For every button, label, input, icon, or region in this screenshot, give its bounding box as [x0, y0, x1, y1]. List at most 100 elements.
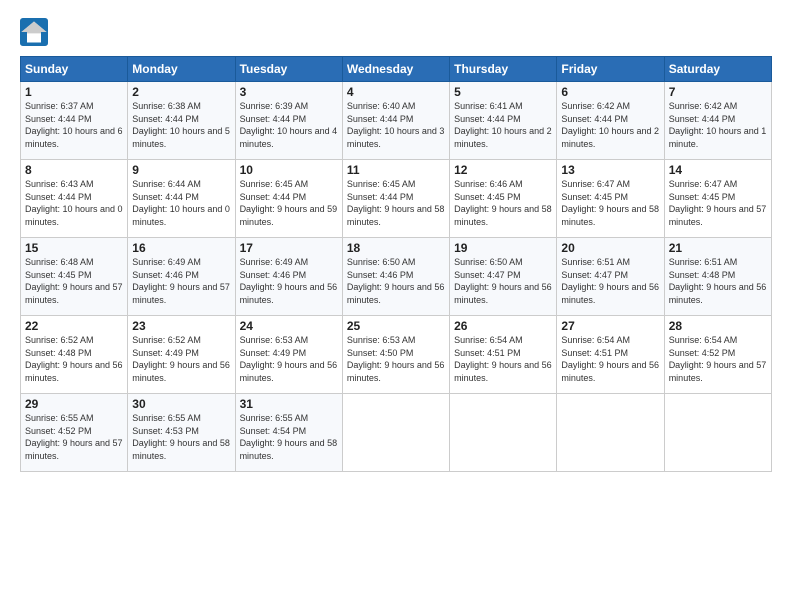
day-number: 20 [561, 241, 659, 255]
day-number: 8 [25, 163, 123, 177]
day-number: 16 [132, 241, 230, 255]
day-details: Sunrise: 6:44 AMSunset: 4:44 PMDaylight:… [132, 178, 230, 228]
logo [20, 18, 50, 46]
day-cell [557, 394, 664, 472]
day-number: 4 [347, 85, 445, 99]
day-number: 29 [25, 397, 123, 411]
day-number: 26 [454, 319, 552, 333]
day-cell: 16Sunrise: 6:49 AMSunset: 4:46 PMDayligh… [128, 238, 235, 316]
day-cell: 20Sunrise: 6:51 AMSunset: 4:47 PMDayligh… [557, 238, 664, 316]
day-number: 24 [240, 319, 338, 333]
day-details: Sunrise: 6:42 AMSunset: 4:44 PMDaylight:… [561, 100, 659, 150]
day-details: Sunrise: 6:46 AMSunset: 4:45 PMDaylight:… [454, 178, 552, 228]
week-row-2: 8Sunrise: 6:43 AMSunset: 4:44 PMDaylight… [21, 160, 772, 238]
day-number: 14 [669, 163, 767, 177]
day-cell: 22Sunrise: 6:52 AMSunset: 4:48 PMDayligh… [21, 316, 128, 394]
logo-icon [20, 18, 48, 46]
page: SundayMondayTuesdayWednesdayThursdayFrid… [0, 0, 792, 482]
day-cell: 11Sunrise: 6:45 AMSunset: 4:44 PMDayligh… [342, 160, 449, 238]
day-number: 12 [454, 163, 552, 177]
day-number: 31 [240, 397, 338, 411]
day-number: 3 [240, 85, 338, 99]
day-cell: 23Sunrise: 6:52 AMSunset: 4:49 PMDayligh… [128, 316, 235, 394]
day-cell: 19Sunrise: 6:50 AMSunset: 4:47 PMDayligh… [450, 238, 557, 316]
day-cell: 2Sunrise: 6:38 AMSunset: 4:44 PMDaylight… [128, 82, 235, 160]
header-cell-monday: Monday [128, 57, 235, 82]
day-details: Sunrise: 6:55 AMSunset: 4:54 PMDaylight:… [240, 412, 338, 462]
header [20, 18, 772, 46]
day-cell: 29Sunrise: 6:55 AMSunset: 4:52 PMDayligh… [21, 394, 128, 472]
day-number: 15 [25, 241, 123, 255]
day-details: Sunrise: 6:54 AMSunset: 4:51 PMDaylight:… [561, 334, 659, 384]
day-details: Sunrise: 6:37 AMSunset: 4:44 PMDaylight:… [25, 100, 123, 150]
day-number: 17 [240, 241, 338, 255]
day-details: Sunrise: 6:52 AMSunset: 4:48 PMDaylight:… [25, 334, 123, 384]
day-number: 30 [132, 397, 230, 411]
header-cell-wednesday: Wednesday [342, 57, 449, 82]
header-cell-tuesday: Tuesday [235, 57, 342, 82]
day-details: Sunrise: 6:50 AMSunset: 4:46 PMDaylight:… [347, 256, 445, 306]
day-details: Sunrise: 6:40 AMSunset: 4:44 PMDaylight:… [347, 100, 445, 150]
day-number: 5 [454, 85, 552, 99]
header-row: SundayMondayTuesdayWednesdayThursdayFrid… [21, 57, 772, 82]
day-number: 28 [669, 319, 767, 333]
day-number: 6 [561, 85, 659, 99]
week-row-4: 22Sunrise: 6:52 AMSunset: 4:48 PMDayligh… [21, 316, 772, 394]
day-details: Sunrise: 6:51 AMSunset: 4:48 PMDaylight:… [669, 256, 767, 306]
day-details: Sunrise: 6:47 AMSunset: 4:45 PMDaylight:… [561, 178, 659, 228]
day-cell: 3Sunrise: 6:39 AMSunset: 4:44 PMDaylight… [235, 82, 342, 160]
day-number: 13 [561, 163, 659, 177]
day-cell: 13Sunrise: 6:47 AMSunset: 4:45 PMDayligh… [557, 160, 664, 238]
day-details: Sunrise: 6:53 AMSunset: 4:49 PMDaylight:… [240, 334, 338, 384]
day-cell: 7Sunrise: 6:42 AMSunset: 4:44 PMDaylight… [664, 82, 771, 160]
day-cell [664, 394, 771, 472]
header-cell-sunday: Sunday [21, 57, 128, 82]
day-cell: 28Sunrise: 6:54 AMSunset: 4:52 PMDayligh… [664, 316, 771, 394]
day-details: Sunrise: 6:52 AMSunset: 4:49 PMDaylight:… [132, 334, 230, 384]
day-number: 18 [347, 241, 445, 255]
day-details: Sunrise: 6:49 AMSunset: 4:46 PMDaylight:… [132, 256, 230, 306]
day-cell: 30Sunrise: 6:55 AMSunset: 4:53 PMDayligh… [128, 394, 235, 472]
day-details: Sunrise: 6:41 AMSunset: 4:44 PMDaylight:… [454, 100, 552, 150]
calendar-table: SundayMondayTuesdayWednesdayThursdayFrid… [20, 56, 772, 472]
day-cell: 1Sunrise: 6:37 AMSunset: 4:44 PMDaylight… [21, 82, 128, 160]
day-details: Sunrise: 6:51 AMSunset: 4:47 PMDaylight:… [561, 256, 659, 306]
day-cell: 15Sunrise: 6:48 AMSunset: 4:45 PMDayligh… [21, 238, 128, 316]
day-number: 21 [669, 241, 767, 255]
day-number: 10 [240, 163, 338, 177]
day-cell: 6Sunrise: 6:42 AMSunset: 4:44 PMDaylight… [557, 82, 664, 160]
day-details: Sunrise: 6:45 AMSunset: 4:44 PMDaylight:… [347, 178, 445, 228]
day-details: Sunrise: 6:50 AMSunset: 4:47 PMDaylight:… [454, 256, 552, 306]
day-details: Sunrise: 6:49 AMSunset: 4:46 PMDaylight:… [240, 256, 338, 306]
day-cell: 27Sunrise: 6:54 AMSunset: 4:51 PMDayligh… [557, 316, 664, 394]
day-details: Sunrise: 6:53 AMSunset: 4:50 PMDaylight:… [347, 334, 445, 384]
day-details: Sunrise: 6:45 AMSunset: 4:44 PMDaylight:… [240, 178, 338, 228]
day-cell: 18Sunrise: 6:50 AMSunset: 4:46 PMDayligh… [342, 238, 449, 316]
week-row-1: 1Sunrise: 6:37 AMSunset: 4:44 PMDaylight… [21, 82, 772, 160]
day-cell: 5Sunrise: 6:41 AMSunset: 4:44 PMDaylight… [450, 82, 557, 160]
day-cell [450, 394, 557, 472]
day-cell: 14Sunrise: 6:47 AMSunset: 4:45 PMDayligh… [664, 160, 771, 238]
day-cell: 31Sunrise: 6:55 AMSunset: 4:54 PMDayligh… [235, 394, 342, 472]
day-details: Sunrise: 6:47 AMSunset: 4:45 PMDaylight:… [669, 178, 767, 228]
header-cell-friday: Friday [557, 57, 664, 82]
day-details: Sunrise: 6:54 AMSunset: 4:51 PMDaylight:… [454, 334, 552, 384]
header-cell-thursday: Thursday [450, 57, 557, 82]
day-cell: 10Sunrise: 6:45 AMSunset: 4:44 PMDayligh… [235, 160, 342, 238]
day-number: 11 [347, 163, 445, 177]
day-cell: 8Sunrise: 6:43 AMSunset: 4:44 PMDaylight… [21, 160, 128, 238]
day-details: Sunrise: 6:42 AMSunset: 4:44 PMDaylight:… [669, 100, 767, 150]
day-number: 27 [561, 319, 659, 333]
day-details: Sunrise: 6:55 AMSunset: 4:53 PMDaylight:… [132, 412, 230, 462]
day-details: Sunrise: 6:55 AMSunset: 4:52 PMDaylight:… [25, 412, 123, 462]
day-number: 23 [132, 319, 230, 333]
day-number: 25 [347, 319, 445, 333]
day-details: Sunrise: 6:38 AMSunset: 4:44 PMDaylight:… [132, 100, 230, 150]
week-row-3: 15Sunrise: 6:48 AMSunset: 4:45 PMDayligh… [21, 238, 772, 316]
day-cell: 9Sunrise: 6:44 AMSunset: 4:44 PMDaylight… [128, 160, 235, 238]
day-details: Sunrise: 6:39 AMSunset: 4:44 PMDaylight:… [240, 100, 338, 150]
day-cell: 12Sunrise: 6:46 AMSunset: 4:45 PMDayligh… [450, 160, 557, 238]
day-cell: 21Sunrise: 6:51 AMSunset: 4:48 PMDayligh… [664, 238, 771, 316]
day-number: 22 [25, 319, 123, 333]
header-cell-saturday: Saturday [664, 57, 771, 82]
